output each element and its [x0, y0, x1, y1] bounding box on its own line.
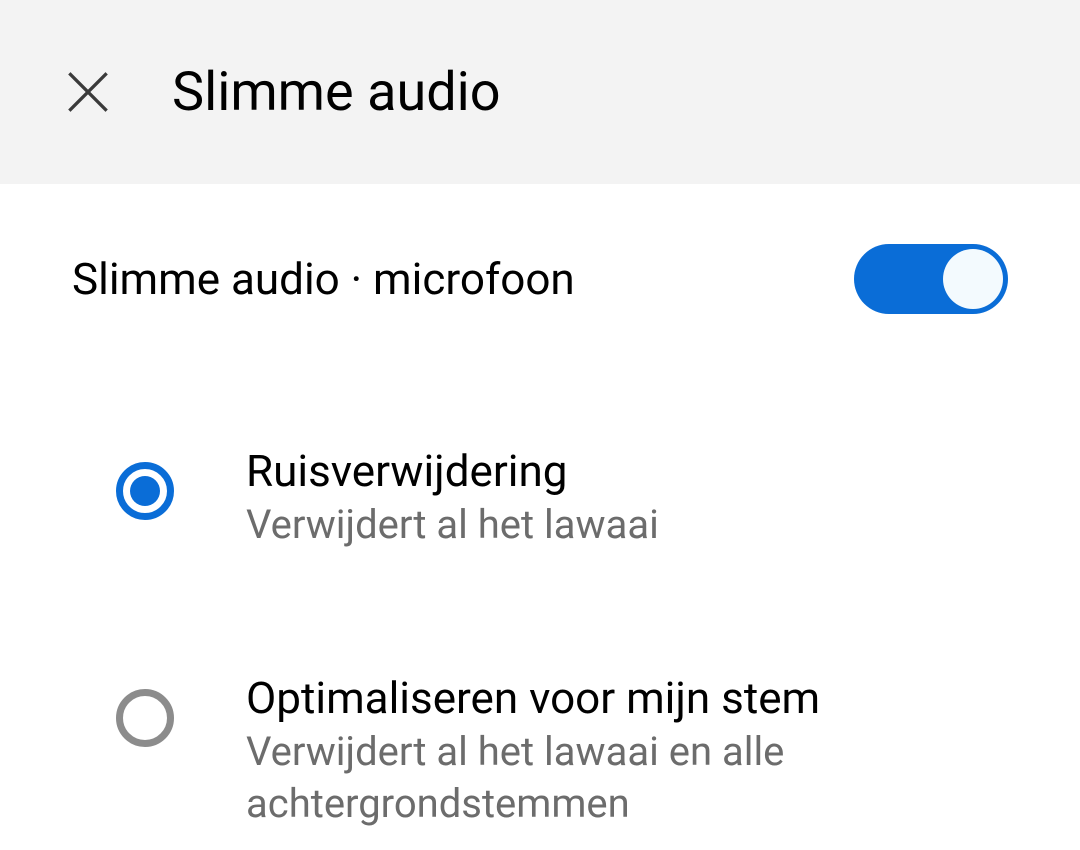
header-bar: Slimme audio: [0, 0, 1080, 184]
option-title: Optimaliseren voor mijn stem: [246, 671, 1008, 726]
option-optimize-voice[interactable]: Optimaliseren voor mijn stem Verwijdert …: [72, 671, 1008, 830]
radio-inner-dot: [130, 476, 160, 506]
option-noise-removal[interactable]: Ruisverwijdering Verwijdert al het lawaa…: [72, 444, 1008, 551]
content-area: Slimme audio · microfoon Ruisverwijderin…: [0, 184, 1080, 830]
page-title: Slimme audio: [172, 61, 501, 124]
smart-audio-toggle-row[interactable]: Slimme audio · microfoon: [72, 244, 1008, 314]
close-button[interactable]: [60, 64, 116, 120]
option-text-group: Ruisverwijdering Verwijdert al het lawaa…: [246, 444, 659, 551]
close-icon: [60, 64, 116, 120]
toggle-thumb: [943, 249, 1003, 309]
option-text-group: Optimaliseren voor mijn stem Verwijdert …: [246, 671, 1008, 830]
radio-button-selected[interactable]: [116, 462, 174, 520]
option-description: Verwijdert al het lawaai: [246, 499, 659, 551]
smart-audio-toggle-label: Slimme audio · microfoon: [72, 253, 575, 305]
radio-button-unselected[interactable]: [116, 689, 174, 747]
option-description: Verwijdert al het lawaai en alle achterg…: [246, 726, 1008, 830]
option-title: Ruisverwijdering: [246, 444, 659, 499]
smart-audio-toggle-switch[interactable]: [854, 244, 1008, 314]
